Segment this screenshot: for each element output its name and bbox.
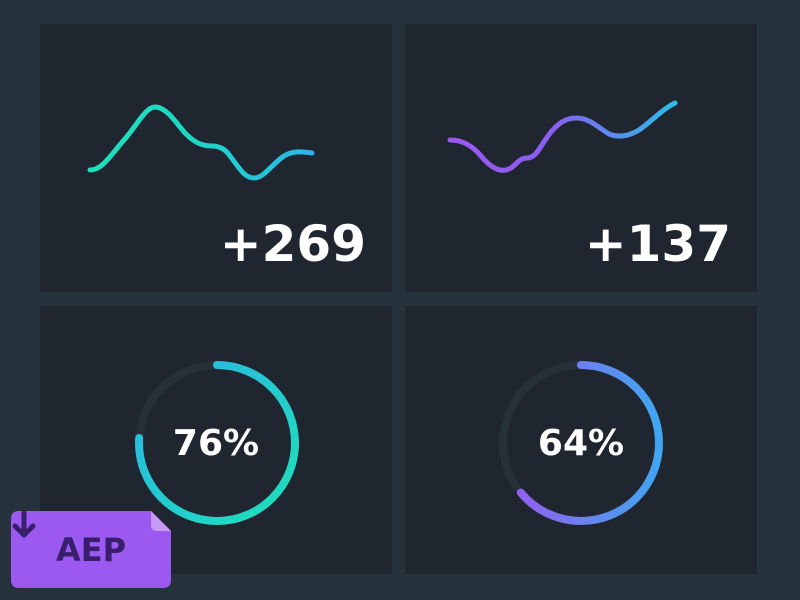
stat-value-1: +269 [219, 215, 366, 273]
progress-ring-label-1: 76% [172, 423, 260, 464]
aep-badge-label: AEP [55, 530, 127, 569]
stat-value-2: +137 [584, 215, 731, 273]
aep-download-badge[interactable]: AEP [11, 511, 171, 588]
stat-card-1: +269 [40, 24, 392, 292]
download-arrow-icon [12, 511, 36, 538]
stat-card-2: +137 [405, 24, 757, 292]
progress-card-2: 64% [405, 306, 757, 574]
sparkline-line-1 [87, 104, 315, 181]
progress-ring-label-2: 64% [537, 423, 625, 464]
sparkline-line-2 [447, 100, 678, 173]
